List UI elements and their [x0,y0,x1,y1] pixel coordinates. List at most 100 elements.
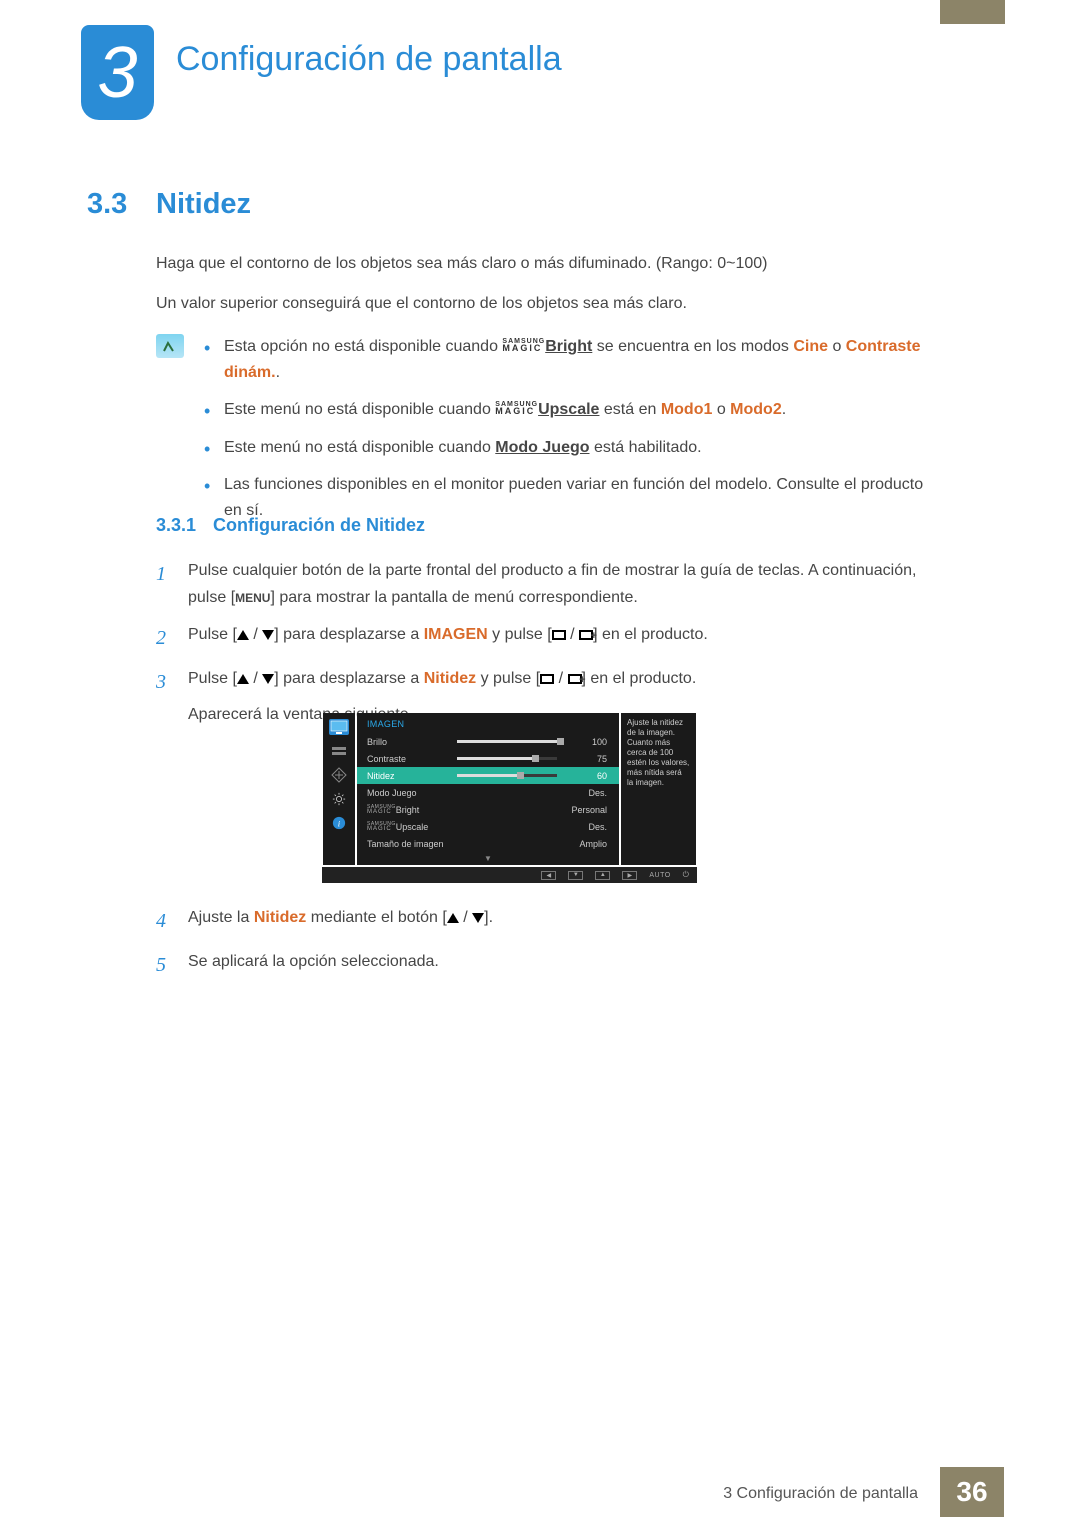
triangle-up-icon [237,674,249,684]
text: mediante el botón [ [306,909,447,926]
text: Pulse [ [188,670,237,687]
section-title: Nitidez [156,188,251,221]
source-icon [552,630,566,640]
osd-color-icon [329,743,349,759]
text: Ajuste la [188,909,254,926]
step-number: 3 [156,665,170,727]
osd-row: Brillo100 [357,733,619,750]
step-1: 1 Pulse cualquier botón de la parte fron… [156,557,936,611]
text: Pulse [ [188,626,237,643]
text: ] para desplazarse a [274,670,423,687]
text: Bright [545,338,592,355]
osd-screenshot: i IMAGEN Brillo100Contraste75Nitidez60Mo… [322,713,697,883]
osd-monitor-icon [329,719,349,735]
subsection-number: 3.3.1 [156,515,196,536]
text: Nitidez [424,670,476,687]
text: o [712,401,730,418]
nav-auto-label: AUTO [649,872,670,879]
source-icon [540,674,554,684]
text: ] en el producto. [593,626,708,643]
text: o [828,338,846,355]
samsung-magic-label: SAMSUNGMAGIC [502,338,545,353]
osd-info-icon: i [329,815,349,831]
text: Esta opción no está disponible cuando [224,338,502,355]
text: Modo2 [730,401,782,418]
triangle-down-icon [262,674,274,684]
step-5: 5 Se aplicará la opción seleccionada. [156,948,493,982]
note-icon [156,334,184,358]
enter-icon [579,630,593,640]
text: ] para mostrar la pantalla de menú corre… [270,589,637,606]
triangle-down-icon [472,913,484,923]
step-body: Ajuste la Nitidez mediante el botón [ / … [188,904,493,938]
text: IMAGEN [424,626,488,643]
text: ]. [484,909,493,926]
text: y pulse [ [476,670,540,687]
text: Cine [793,338,828,355]
section-number: 3.3 [87,188,127,221]
nav-power-icon: ⏻ [683,870,689,880]
text: Nitidez [254,909,306,926]
note-item-1: Esta opción no está disponible cuando SA… [204,334,936,385]
note-item-2: Este menú no está disponible cuando SAMS… [204,397,936,423]
osd-row: Modo JuegoDes. [357,784,619,801]
text: ] para desplazarse a [274,626,423,643]
nav-left-icon: ◀ [541,871,556,880]
text: Upscale [538,401,599,418]
nav-down-icon: ▼ [568,871,583,880]
footer-chapter-label: 3 Configuración de pantalla [723,1485,918,1503]
note-item-3: Este menú no está disponible cuando Modo… [204,435,936,461]
text: . [782,401,786,418]
step-body: Se aplicará la opción seleccionada. [188,948,493,982]
osd-resize-icon [329,767,349,783]
osd-nav-bar: ◀ ▼ ▲ ▶ AUTO ⏻ [322,867,697,883]
step-number: 2 [156,621,170,655]
text: ] en el producto. [582,670,697,687]
text: se encuentra en los modos [592,338,793,355]
text: Este menú no está disponible cuando [224,401,495,418]
menu-button-label: MENU [235,588,270,608]
intro-paragraph-2: Un valor superior conseguirá que el cont… [156,292,767,316]
osd-scroll-indicator: ▼ [357,852,619,865]
step-body: Pulse [ / ] para desplazarse a IMAGEN y … [188,621,936,655]
intro-block: Haga que el contorno de los objetos sea … [156,252,767,332]
step-number: 4 [156,904,170,938]
step-4: 4 Ajuste la Nitidez mediante el botón [ … [156,904,493,938]
step-number: 5 [156,948,170,982]
text: MAGIC [502,344,545,353]
osd-title: IMAGEN [357,717,619,733]
enter-icon [568,674,582,684]
triangle-up-icon [447,913,459,923]
text: . [276,364,280,381]
steps-block-2: 4 Ajuste la Nitidez mediante el botón [ … [156,904,493,992]
osd-settings-icon [329,791,349,807]
chapter-number: 3 [97,32,137,114]
osd-sidebar: i [323,713,355,865]
text: Modo Juego [495,439,589,456]
triangle-up-icon [237,630,249,640]
chapter-badge: 3 [81,25,154,120]
text: está en [599,401,660,418]
step-body: Pulse cualquier botón de la parte fronta… [188,557,936,611]
text: Modo1 [661,401,713,418]
header-accent-bar [940,0,1005,24]
osd-main-panel: IMAGEN Brillo100Contraste75Nitidez60Modo… [357,713,619,865]
step-2: 2 Pulse [ / ] para desplazarse a IMAGEN … [156,621,936,655]
osd-help-panel: Ajuste la nitidez de la imagen.Cuanto má… [621,713,696,865]
samsung-magic-label: SAMSUNGMAGIC [495,401,538,416]
intro-paragraph-1: Haga que el contorno de los objetos sea … [156,252,767,276]
nav-right-icon: ▶ [622,871,637,880]
osd-row: Nitidez60 [357,767,619,784]
step-number: 1 [156,557,170,611]
triangle-down-icon [262,630,274,640]
osd-row: SAMSUNGMAGICUpscaleDes. [357,818,619,835]
text: Este menú no está disponible cuando [224,439,495,456]
text: está habilitado. [590,439,702,456]
note-list: Esta opción no está disponible cuando SA… [204,334,936,536]
chapter-title: Configuración de pantalla [176,40,562,79]
note-block: Esta opción no está disponible cuando SA… [156,334,936,536]
osd-row: Tamaño de imagenAmplio [357,835,619,852]
subsection-title: Configuración de Nitidez [213,515,425,536]
osd-row: Contraste75 [357,750,619,767]
text: y pulse [ [488,626,552,643]
